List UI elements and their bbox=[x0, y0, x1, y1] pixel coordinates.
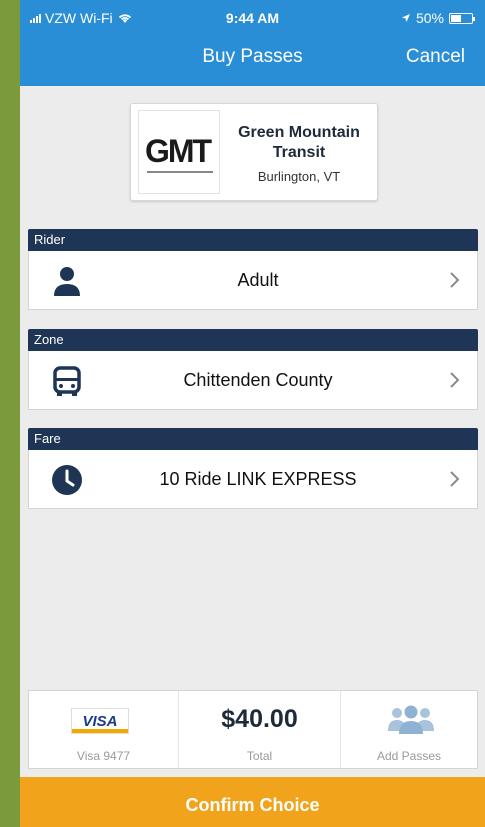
battery-indicator: 50% bbox=[401, 10, 475, 26]
fare-section: Fare 10 Ride LINK EXPRESS bbox=[28, 428, 478, 509]
group-people-icon bbox=[388, 705, 434, 734]
navigation-header: VZW Wi-Fi 9:44 AM 50% Buy Passes Cancel bbox=[20, 0, 485, 86]
card-label: Visa 9477 bbox=[76, 749, 131, 763]
zone-section: Zone Chittenden County bbox=[28, 329, 478, 410]
payment-card-button[interactable]: VISA Visa 9477 bbox=[29, 691, 179, 768]
chevron-right-icon bbox=[450, 372, 460, 388]
zone-selector[interactable]: Chittenden County bbox=[28, 351, 478, 410]
rider-section: Rider Adult bbox=[28, 229, 478, 310]
fare-value: 10 Ride LINK EXPRESS bbox=[159, 469, 357, 489]
purchase-summary: VISA Visa 9477 $40.00 Total Add Passes bbox=[28, 690, 478, 769]
status-bar: VZW Wi-Fi 9:44 AM 50% bbox=[20, 0, 485, 36]
app-screen: VZW Wi-Fi 9:44 AM 50% Buy Passes Cancel … bbox=[20, 0, 485, 827]
agency-name: Green Mountain Transit bbox=[224, 123, 374, 163]
card-brand: VISA bbox=[82, 713, 118, 730]
fare-header: Fare bbox=[28, 428, 478, 450]
fare-selector[interactable]: 10 Ride LINK EXPRESS bbox=[28, 450, 478, 509]
total-value: $40.00 bbox=[221, 705, 298, 733]
clock-icon bbox=[52, 465, 82, 495]
rider-selector[interactable]: Adult bbox=[28, 251, 478, 310]
chevron-right-icon bbox=[450, 471, 460, 487]
person-icon bbox=[54, 267, 80, 296]
location-arrow-icon bbox=[401, 14, 410, 22]
agency-name-line1: Green Mountain bbox=[238, 124, 360, 141]
battery-percent: 50% bbox=[415, 10, 444, 26]
zone-value: Chittenden County bbox=[183, 370, 333, 390]
agency-card: GMT Green Mountain Transit Burlington, V… bbox=[130, 103, 378, 201]
agency-name-line2: Transit bbox=[272, 144, 326, 161]
confirm-choice-button[interactable]: Confirm Choice bbox=[20, 777, 485, 827]
rider-header: Rider bbox=[28, 229, 478, 251]
visa-card-icon: VISA bbox=[71, 708, 129, 734]
total-display: $40.00 Total bbox=[179, 691, 341, 768]
logo-tagline-mark bbox=[147, 171, 213, 173]
agency-logo: GMT bbox=[138, 110, 220, 194]
total-label: Total bbox=[246, 749, 273, 763]
add-passes-label: Add Passes bbox=[376, 749, 442, 763]
logo-text: GMT bbox=[145, 133, 212, 169]
cancel-button[interactable]: Cancel bbox=[406, 46, 465, 68]
rider-value: Adult bbox=[237, 270, 279, 290]
agency-city: Burlington, VT bbox=[257, 169, 341, 184]
bus-icon bbox=[53, 366, 81, 396]
card-band bbox=[72, 729, 128, 733]
chevron-right-icon bbox=[450, 272, 460, 288]
add-passes-button[interactable]: Add Passes bbox=[341, 691, 477, 768]
zone-header: Zone bbox=[28, 329, 478, 351]
battery-icon bbox=[449, 12, 475, 24]
